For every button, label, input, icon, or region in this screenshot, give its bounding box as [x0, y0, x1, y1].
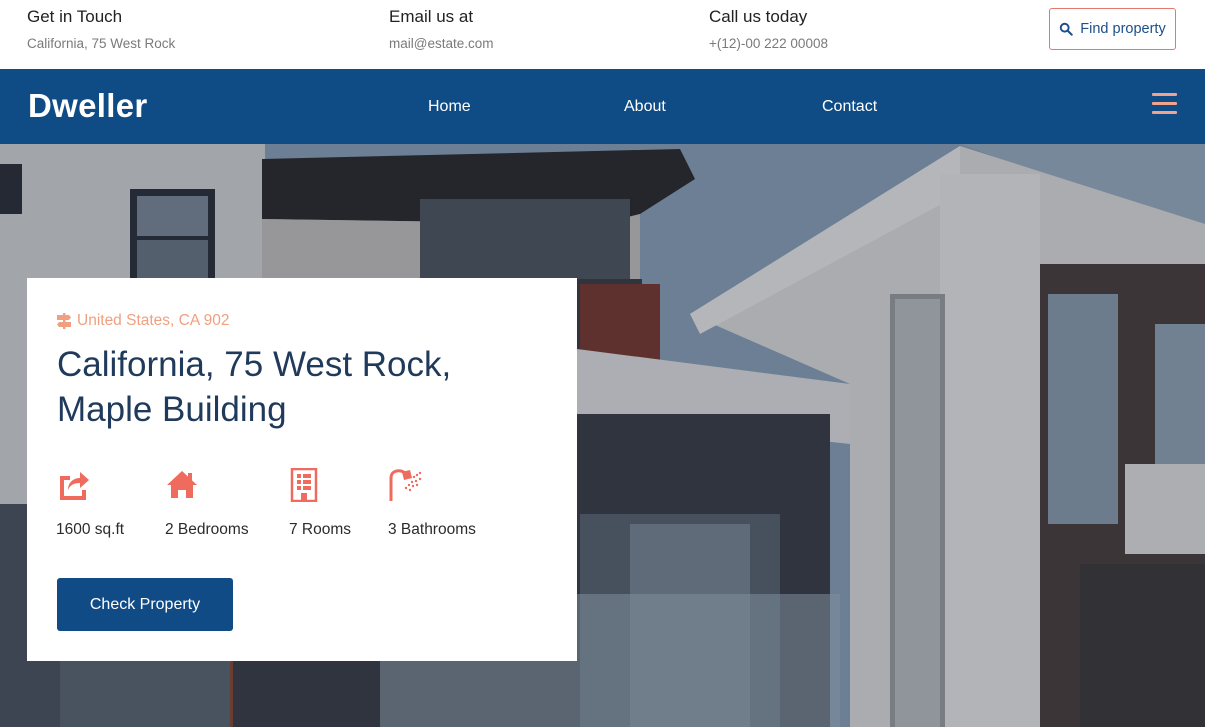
contact-title: Get in Touch	[27, 7, 123, 26]
contact-email: Email us at mail@estate.com	[389, 7, 494, 52]
search-icon	[1060, 22, 1074, 36]
feature-label: 3 Bathrooms	[388, 521, 476, 538]
top-contact-bar: Get in Touch California, 75 West Rock Em…	[0, 0, 1205, 69]
contact-title: Email us at	[389, 7, 474, 26]
feature-label: 7 Rooms	[289, 521, 352, 538]
building-icon	[290, 467, 318, 503]
find-property-label: Find property	[1080, 21, 1166, 37]
main-navbar: Dweller Home About Contact	[0, 69, 1205, 144]
feature-label: 2 Bedrooms	[165, 521, 249, 538]
feature-bathrooms: 3 Bathrooms	[388, 468, 476, 538]
house-icon	[167, 471, 197, 498]
brand-logo[interactable]: Dweller	[28, 87, 148, 125]
contact-email-address[interactable]: mail@estate.com	[389, 36, 494, 52]
nav-link-contact[interactable]: Contact	[822, 97, 877, 117]
feature-rooms: 7 Rooms	[289, 467, 351, 538]
shower-icon	[389, 469, 422, 501]
nav-link-about[interactable]: About	[624, 97, 666, 117]
menu-icon[interactable]	[1152, 93, 1177, 114]
contact-get-in-touch: Get in Touch California, 75 West Rock	[27, 7, 175, 52]
feature-area: 1600 sq.ft	[56, 468, 124, 538]
location-text: United States, CA 902	[77, 312, 230, 329]
share-arrow-icon	[60, 472, 89, 500]
nav-link-home[interactable]: Home	[428, 97, 471, 117]
check-property-button[interactable]: Check Property	[57, 578, 233, 631]
feature-bedrooms: 2 Bedrooms	[165, 468, 249, 538]
contact-title: Call us today	[709, 7, 808, 26]
contact-phone-number[interactable]: +(12)-00 222 00008	[709, 36, 828, 52]
contact-phone: Call us today +(12)-00 222 00008	[709, 7, 828, 52]
find-property-button[interactable]: Find property	[1049, 8, 1176, 50]
property-title: California, 75 West Rock, Maple Building	[57, 345, 452, 429]
feature-label: 1600 sq.ft	[56, 521, 125, 538]
property-location: United States, CA 902	[57, 312, 230, 330]
contact-address: California, 75 West Rock	[27, 36, 176, 51]
signpost-icon	[57, 313, 71, 329]
property-card: United States, CA 902 California, 75 Wes…	[27, 278, 577, 661]
